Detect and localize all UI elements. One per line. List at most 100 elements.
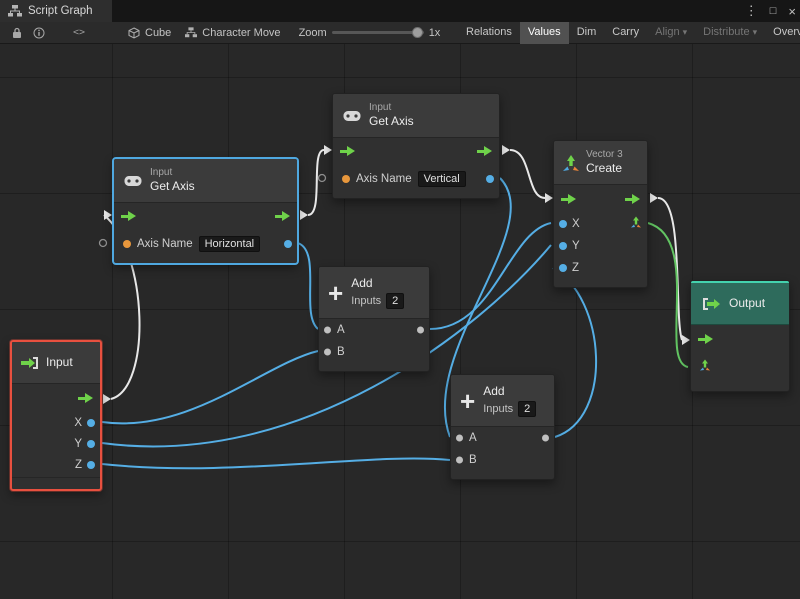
port-label: A: [337, 324, 345, 336]
tab-script-graph[interactable]: Script Graph: [0, 0, 112, 22]
port-label: Y: [74, 438, 82, 450]
axis-name-field[interactable]: Horizontal: [199, 236, 261, 252]
y-input-port[interactable]: [559, 242, 567, 250]
node-title: Add: [351, 276, 404, 291]
vector-input-port[interactable]: [699, 360, 711, 375]
flow-in-port[interactable]: [121, 211, 136, 221]
overview-button[interactable]: Overview: [765, 22, 800, 44]
inputs-label: Inputs: [483, 403, 513, 415]
node-title: Get Axis: [369, 114, 414, 129]
zoom-value: 1x: [429, 27, 441, 39]
script-graph-icon: [8, 5, 22, 17]
port-label: B: [469, 454, 477, 466]
lock-icon[interactable]: [6, 23, 28, 43]
z-input-port[interactable]: [559, 264, 567, 272]
float-out-port[interactable]: [284, 240, 292, 248]
node-graph-output[interactable]: Output: [690, 280, 790, 392]
cube-icon: [128, 27, 140, 39]
node-get-axis-vertical[interactable]: Input Get Axis Axis Name Vertical: [332, 93, 500, 199]
port-label: A: [469, 432, 477, 444]
node-category: Input: [369, 102, 414, 114]
zoom-control: Zoom 1x: [299, 27, 441, 39]
flow-out-port[interactable]: [275, 211, 290, 221]
distribute-dropdown[interactable]: Distribute▾: [695, 22, 765, 44]
tab-title: Script Graph: [28, 5, 93, 17]
chevron-down-icon: ▾: [683, 27, 688, 37]
dim-button[interactable]: Dim: [569, 22, 605, 44]
float-out-port[interactable]: [486, 175, 494, 183]
flow-out-port[interactable]: [78, 393, 93, 403]
relations-button[interactable]: Relations: [458, 22, 520, 44]
zoom-slider[interactable]: [332, 31, 424, 34]
add-input-a-port[interactable]: [456, 435, 463, 442]
z-output-port[interactable]: [87, 461, 95, 469]
node-title: Create: [586, 161, 623, 176]
tab-bar: Script Graph ⋮ □ ×: [0, 0, 800, 22]
zoom-label: Zoom: [299, 27, 327, 39]
align-dropdown[interactable]: Align▾: [647, 22, 695, 44]
plus-icon: +: [460, 388, 475, 414]
input-icon: [20, 356, 40, 370]
node-add-1[interactable]: + Add Inputs 2 A B: [318, 266, 430, 372]
add-result-port[interactable]: [542, 435, 549, 442]
port-label: X: [74, 417, 82, 429]
node-category: Input: [150, 167, 195, 179]
axis-name-field[interactable]: Vertical: [418, 171, 466, 187]
kebab-menu-icon[interactable]: ⋮: [745, 3, 758, 19]
close-icon[interactable]: ×: [788, 4, 796, 19]
graph-toolbar: Cube Character Move Zoom 1x Relations Va…: [0, 22, 800, 44]
values-button[interactable]: Values: [520, 22, 569, 44]
breadcrumb-graph[interactable]: Character Move: [185, 27, 280, 39]
flow-out-port[interactable]: [477, 146, 492, 156]
add-input-b-port[interactable]: [324, 349, 331, 356]
gamepad-icon: [124, 175, 142, 187]
maximize-icon[interactable]: □: [770, 5, 777, 17]
plus-icon: +: [328, 280, 343, 306]
flow-in-port[interactable]: [340, 146, 355, 156]
string-port[interactable]: [123, 240, 131, 248]
flow-in-port[interactable]: [561, 194, 576, 204]
output-icon: [701, 297, 721, 311]
param-label: Axis Name: [356, 173, 412, 185]
y-output-port[interactable]: [87, 440, 95, 448]
inputs-count-field[interactable]: 2: [518, 401, 536, 417]
node-vector3-create[interactable]: Vector 3 Create X Y Z: [553, 140, 648, 288]
graph-asset-icon: [185, 27, 197, 38]
unity-script-graph-window: Script Graph ⋮ □ × Cube: [0, 0, 800, 599]
flow-out-port[interactable]: [625, 194, 640, 204]
chevron-down-icon: ▾: [753, 27, 758, 37]
port-label: X: [572, 218, 580, 230]
breadcrumb-object-label: Cube: [145, 27, 171, 39]
add-result-port[interactable]: [417, 327, 424, 334]
code-view-icon[interactable]: [68, 23, 90, 43]
add-input-b-port[interactable]: [456, 457, 463, 464]
inputs-label: Inputs: [351, 295, 381, 307]
x-output-port[interactable]: [87, 419, 95, 427]
x-input-port[interactable]: [559, 220, 567, 228]
node-title: Input: [46, 355, 73, 370]
node-title: Output: [729, 296, 765, 311]
breadcrumb-object[interactable]: Cube: [128, 27, 171, 39]
info-icon[interactable]: [28, 23, 50, 43]
string-port[interactable]: [342, 175, 350, 183]
breadcrumb-graph-label: Character Move: [202, 27, 280, 39]
node-title: Add: [483, 384, 536, 399]
node-add-2[interactable]: + Add Inputs 2 A B: [450, 374, 555, 480]
inputs-count-field[interactable]: 2: [386, 293, 404, 309]
gamepad-icon: [343, 110, 361, 122]
add-input-a-port[interactable]: [324, 327, 331, 334]
toolbar-toggle-group: Relations Values Dim Carry Align▾ Distri…: [458, 22, 800, 44]
vector-result-port[interactable]: [630, 217, 642, 232]
node-title: Get Axis: [150, 179, 195, 194]
zoom-slider-knob[interactable]: [412, 27, 423, 38]
port-label: Y: [572, 240, 580, 252]
node-graph-input[interactable]: Input X Y Z: [10, 340, 102, 491]
flow-in-port[interactable]: [698, 334, 713, 344]
node-category: Vector 3: [586, 149, 623, 161]
param-label: Axis Name: [137, 238, 193, 250]
port-label: B: [337, 346, 345, 358]
node-get-axis-horizontal[interactable]: Input Get Axis Axis Name Horizontal: [113, 158, 298, 264]
carry-button[interactable]: Carry: [604, 22, 647, 44]
port-label: Z: [75, 459, 82, 471]
vector3-icon: [562, 154, 580, 172]
